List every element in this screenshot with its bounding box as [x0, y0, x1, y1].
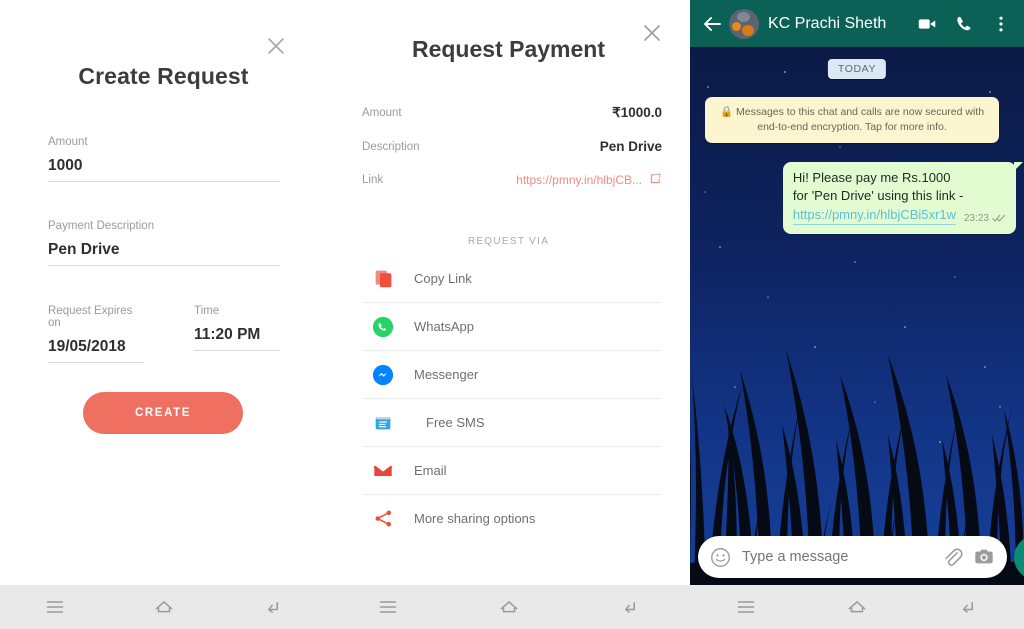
emoji-icon[interactable]	[710, 547, 731, 568]
page-title: Request Payment	[411, 36, 605, 62]
share-option-whatsapp[interactable]: WhatsApp	[362, 303, 662, 351]
outgoing-message-bubble[interactable]: Hi! Please pay me Rs.1000 for 'Pen Drive…	[782, 162, 1024, 234]
message-line-1: Hi! Please pay me Rs.1000	[792, 170, 951, 185]
contact-name[interactable]: KC Prachi Sheth	[768, 15, 903, 33]
share-option-messenger[interactable]: Messenger	[362, 351, 662, 399]
amount-label: Amount	[48, 136, 88, 148]
encryption-notice[interactable]: 🔒 Messages to this chat and calls are now…	[705, 97, 999, 144]
encryption-notice-text: Messages to this chat and calls are now …	[736, 106, 985, 134]
section-label: REQUEST VIA	[467, 236, 550, 247]
share-option-label: Free SMS	[426, 415, 485, 430]
description-value: Pen Drive	[599, 139, 662, 154]
android-navigation-bar	[0, 585, 327, 629]
payment-description-field[interactable]: Payment Description Pen Drive	[48, 220, 280, 266]
share-option-label: Messenger	[414, 367, 479, 382]
home-icon[interactable]	[486, 590, 532, 624]
amount-value: ₹1000.0	[612, 105, 662, 120]
avatar[interactable]	[729, 8, 759, 39]
double-check-icon	[992, 210, 1006, 228]
expiry-date-label: Request Expires on	[48, 305, 133, 329]
whatsapp-chat-screen: KC Prachi Sheth TODAY 🔒 Messages to this…	[690, 0, 1024, 629]
microphone-icon[interactable]	[1014, 534, 1024, 580]
whatsapp-icon	[370, 314, 396, 340]
home-icon[interactable]	[834, 590, 880, 624]
expiry-time-value[interactable]: 11:20 PM	[194, 326, 280, 351]
request-payment-screen: Request Payment Amount ₹1000.0 Descripti…	[327, 0, 690, 629]
amount-label: Amount	[362, 107, 402, 119]
chat-header: KC Prachi Sheth	[690, 0, 1024, 47]
share-option-label: Copy Link	[414, 271, 472, 286]
sms-icon	[370, 410, 396, 436]
back-arrow-icon[interactable]	[700, 12, 724, 36]
video-call-icon[interactable]	[914, 11, 940, 37]
expiry-time-label: Time	[194, 305, 220, 317]
share-option-email[interactable]: Email	[362, 447, 662, 495]
gmail-icon	[370, 458, 396, 484]
message-input-pill[interactable]	[698, 536, 1007, 578]
external-link-icon[interactable]	[649, 172, 662, 188]
android-navigation-bar	[690, 585, 1024, 629]
home-icon[interactable]	[141, 590, 187, 624]
message-input[interactable]	[740, 548, 931, 566]
three-phone-screenshots: Create Request Amount 1000 Payment Descr…	[0, 0, 1024, 629]
payment-description-label: Payment Description	[48, 220, 155, 232]
chat-message-area: TODAY 🔒 Messages to this chat and calls a…	[690, 47, 1024, 585]
share-option-more[interactable]: More sharing options	[362, 495, 662, 542]
payment-link[interactable]: https://pmny.in/hlbjCB...	[516, 172, 662, 188]
detail-row: Amount ₹1000.0	[362, 105, 662, 121]
payment-description-value[interactable]: Pen Drive	[48, 241, 280, 266]
message-meta: 23:23	[964, 210, 1006, 228]
description-label: Description	[362, 140, 420, 153]
detail-row: Link https://pmny.in/hlbjCB...	[362, 172, 662, 188]
overflow-menu-icon[interactable]	[988, 11, 1014, 37]
share-options-list: Copy Link WhatsApp Messenger Free SMS Em…	[362, 255, 662, 542]
recents-icon[interactable]	[723, 590, 769, 624]
messenger-icon	[370, 362, 396, 388]
recents-icon[interactable]	[365, 590, 411, 624]
lock-icon: 🔒	[719, 106, 734, 118]
share-icon	[370, 506, 396, 532]
recents-icon[interactable]	[32, 590, 78, 624]
payment-link-text: https://pmny.in/hlbjCB...	[516, 173, 642, 187]
amount-value[interactable]: 1000	[48, 157, 280, 182]
android-navigation-bar	[327, 585, 690, 629]
back-icon[interactable]	[250, 590, 296, 624]
message-input-bar	[690, 529, 1024, 585]
copy-icon	[370, 266, 396, 292]
day-divider: TODAY	[827, 59, 887, 79]
close-icon[interactable]	[263, 33, 289, 59]
message-line-2: for 'Pen Drive' using this link -	[792, 188, 964, 204]
share-option-label: More sharing options	[414, 511, 536, 526]
expiry-date-field[interactable]: Request Expires on 19/05/2018	[48, 305, 144, 363]
message-link[interactable]: https://pmny.in/hlbjCBi5xr1w	[792, 206, 956, 226]
amount-field[interactable]: Amount 1000	[48, 136, 280, 182]
back-icon[interactable]	[607, 590, 653, 624]
expiry-date-value[interactable]: 19/05/2018	[48, 338, 144, 363]
back-icon[interactable]	[945, 590, 991, 624]
attachment-icon[interactable]	[941, 546, 963, 568]
phone-call-icon[interactable]	[951, 11, 977, 37]
share-option-label: WhatsApp	[414, 319, 474, 334]
share-option-copy-link[interactable]: Copy Link	[362, 255, 662, 303]
message-timestamp: 23:23	[963, 213, 989, 225]
expiry-time-field[interactable]: Time 11:20 PM	[194, 305, 280, 351]
share-option-free-sms[interactable]: Free SMS	[362, 399, 662, 447]
detail-row: Description Pen Drive	[362, 139, 662, 154]
page-title: Create Request	[78, 63, 249, 89]
create-request-screen: Create Request Amount 1000 Payment Descr…	[0, 0, 327, 629]
camera-icon[interactable]	[973, 546, 995, 568]
create-button[interactable]: CREATE	[83, 392, 243, 434]
link-label: Link	[362, 174, 384, 186]
share-option-label: Email	[414, 463, 447, 478]
